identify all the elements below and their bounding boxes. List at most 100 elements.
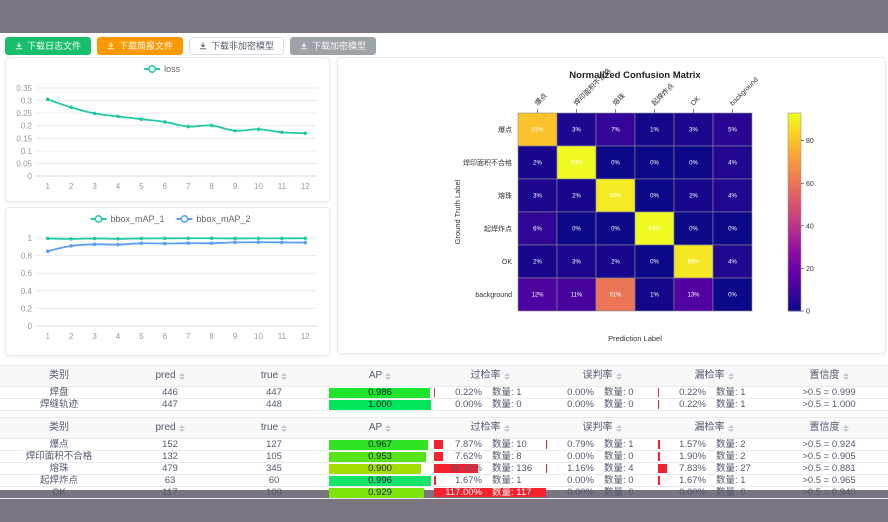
sort-carets-icon[interactable] (385, 373, 391, 380)
svg-text:0%: 0% (650, 194, 659, 200)
defect-classes-table: 类别predtrueAP过检率误判率漏检率置信度爆点1521270.9677.8… (0, 417, 888, 499)
confusion-matrix: Normalized Confusion Matrix爆点焊印面积不合格熔珠起焊… (338, 58, 883, 351)
svg-text:90%: 90% (609, 194, 622, 200)
col-header-pred[interactable]: pred (118, 366, 222, 386)
svg-text:4%: 4% (728, 161, 737, 167)
sort-carets-icon[interactable] (504, 425, 510, 432)
overdetect-count: 数量: 8 (492, 451, 538, 462)
ap-bar-wrap: 0.929 (329, 488, 431, 498)
svg-text:7: 7 (186, 332, 191, 341)
svg-text:2%: 2% (533, 161, 542, 167)
cell-ap: 1.000 (326, 400, 434, 410)
svg-text:3: 3 (92, 332, 97, 341)
download-log-button[interactable]: 下载日志文件 (5, 37, 91, 55)
svg-text:bbox_mAP_1: bbox_mAP_1 (111, 214, 165, 224)
chart-legend: loss (144, 64, 181, 74)
svg-text:2%: 2% (572, 194, 581, 200)
col-header-overdetect[interactable]: 过检率 (434, 418, 546, 438)
chart-legend: bbox_mAP_1bbox_mAP_2 (91, 214, 251, 224)
series-bbox_mAP_1 (46, 236, 307, 240)
svg-text:5%: 5% (728, 128, 737, 134)
sort-carets-icon[interactable] (728, 425, 734, 432)
svg-text:2%: 2% (689, 194, 698, 200)
sort-carets-icon[interactable] (179, 373, 185, 380)
col-header-miss[interactable]: 漏检率 (658, 366, 770, 386)
download-icon (199, 42, 207, 50)
col-header-label: true (261, 366, 278, 386)
cell-pred: 63 (118, 475, 222, 486)
svg-text:7: 7 (186, 182, 191, 191)
loss-chart: loss00.050.10.150.20.250.30.351234567891… (6, 58, 327, 199)
col-header-confidence[interactable]: 置信度 (770, 366, 888, 386)
cell-class: 焊缝轨迹 (0, 399, 118, 410)
svg-text:12: 12 (301, 332, 310, 341)
svg-text:5: 5 (139, 332, 144, 341)
table-header-row: 类别 pred true AP 过检率 误判率 漏检率置信度 (0, 366, 888, 387)
svg-text:2: 2 (69, 182, 74, 191)
cell-true: 448 (222, 399, 326, 410)
col-header-overdetect[interactable]: 过检率 (434, 366, 546, 386)
col-header-miss[interactable]: 漏检率 (658, 418, 770, 438)
sort-carets-icon[interactable] (843, 425, 849, 432)
cell-confidence: >0.5 = 1.000 (770, 399, 888, 410)
misjudge-count: 数量: 0 (604, 451, 650, 462)
miss-count: 数量: 27 (716, 463, 762, 474)
svg-text:爆点: 爆点 (533, 91, 549, 107)
col-header-true[interactable]: true (222, 366, 326, 386)
cell-confidence: >0.5 = 0.940 (770, 487, 888, 498)
svg-text:2%: 2% (611, 260, 620, 266)
table-row: 爆点1521270.9677.87%数量: 100.79%数量: 11.57%数… (0, 439, 888, 451)
sort-carets-icon[interactable] (179, 425, 185, 432)
svg-text:2%: 2% (533, 260, 542, 266)
cell-confidence: >0.5 = 0.924 (770, 439, 888, 450)
series-loss (46, 98, 307, 136)
download-report-label: 下载简报文件 (119, 42, 173, 51)
miss-count: 数量: 2 (716, 439, 762, 450)
sort-carets-icon[interactable] (616, 425, 622, 432)
col-header-label: 过检率 (471, 366, 501, 386)
col-header-label: 误判率 (583, 366, 613, 386)
sort-carets-icon[interactable] (616, 373, 622, 380)
misjudge-percent: 0.00% (554, 387, 594, 398)
svg-text:1: 1 (45, 332, 50, 341)
col-header-misjudge[interactable]: 误判率 (546, 418, 658, 438)
sort-carets-icon[interactable] (728, 373, 734, 380)
download-encrypted-model-label: 下载加密模型 (312, 42, 366, 51)
svg-text:0.35: 0.35 (16, 84, 32, 93)
svg-text:3%: 3% (533, 194, 542, 200)
col-header-misjudge[interactable]: 误判率 (546, 366, 658, 386)
download-report-button[interactable]: 下载简报文件 (97, 37, 183, 55)
svg-text:11%: 11% (571, 293, 583, 299)
svg-text:0%: 0% (611, 161, 620, 167)
download-icon (300, 42, 308, 50)
col-header-pred[interactable]: pred (118, 418, 222, 438)
sort-carets-icon[interactable] (281, 425, 287, 432)
col-header-label: 类别 (49, 366, 69, 386)
cell-miss: 0.00%数量: 0 (658, 487, 770, 498)
misjudge-bar (546, 440, 547, 449)
svg-text:8: 8 (209, 332, 214, 341)
sort-carets-icon[interactable] (281, 373, 287, 380)
overdetect-percent: 39.42% (442, 463, 482, 474)
download-encrypted-model-button[interactable]: 下载加密模型 (290, 37, 376, 55)
svg-text:焊印面积不合格: 焊印面积不合格 (463, 158, 512, 167)
sort-carets-icon[interactable] (385, 425, 391, 432)
cell-pred: 447 (118, 399, 222, 410)
matrix-title: Normalized Confusion Matrix (569, 70, 701, 81)
sort-carets-icon[interactable] (504, 373, 510, 380)
misjudge-count: 数量: 1 (604, 439, 650, 450)
col-header-ap[interactable]: AP (326, 366, 434, 386)
miss-percent: 7.83% (666, 463, 706, 474)
matrix-xlabel: Prediction Label (608, 334, 662, 343)
loss-chart-card: loss00.050.10.150.20.250.30.351234567891… (5, 57, 330, 202)
overdetect-bar (434, 476, 436, 485)
miss-bar (658, 476, 660, 485)
svg-text:1: 1 (28, 234, 33, 243)
cell-misjudge: 0.00%数量: 0 (546, 451, 658, 462)
col-header-ap[interactable]: AP (326, 418, 434, 438)
col-header-true[interactable]: true (222, 418, 326, 438)
download-plain-model-button[interactable]: 下载非加密模型 (189, 37, 284, 55)
col-header-confidence[interactable]: 置信度 (770, 418, 888, 438)
sort-carets-icon[interactable] (843, 373, 849, 380)
svg-text:4%: 4% (728, 260, 737, 266)
